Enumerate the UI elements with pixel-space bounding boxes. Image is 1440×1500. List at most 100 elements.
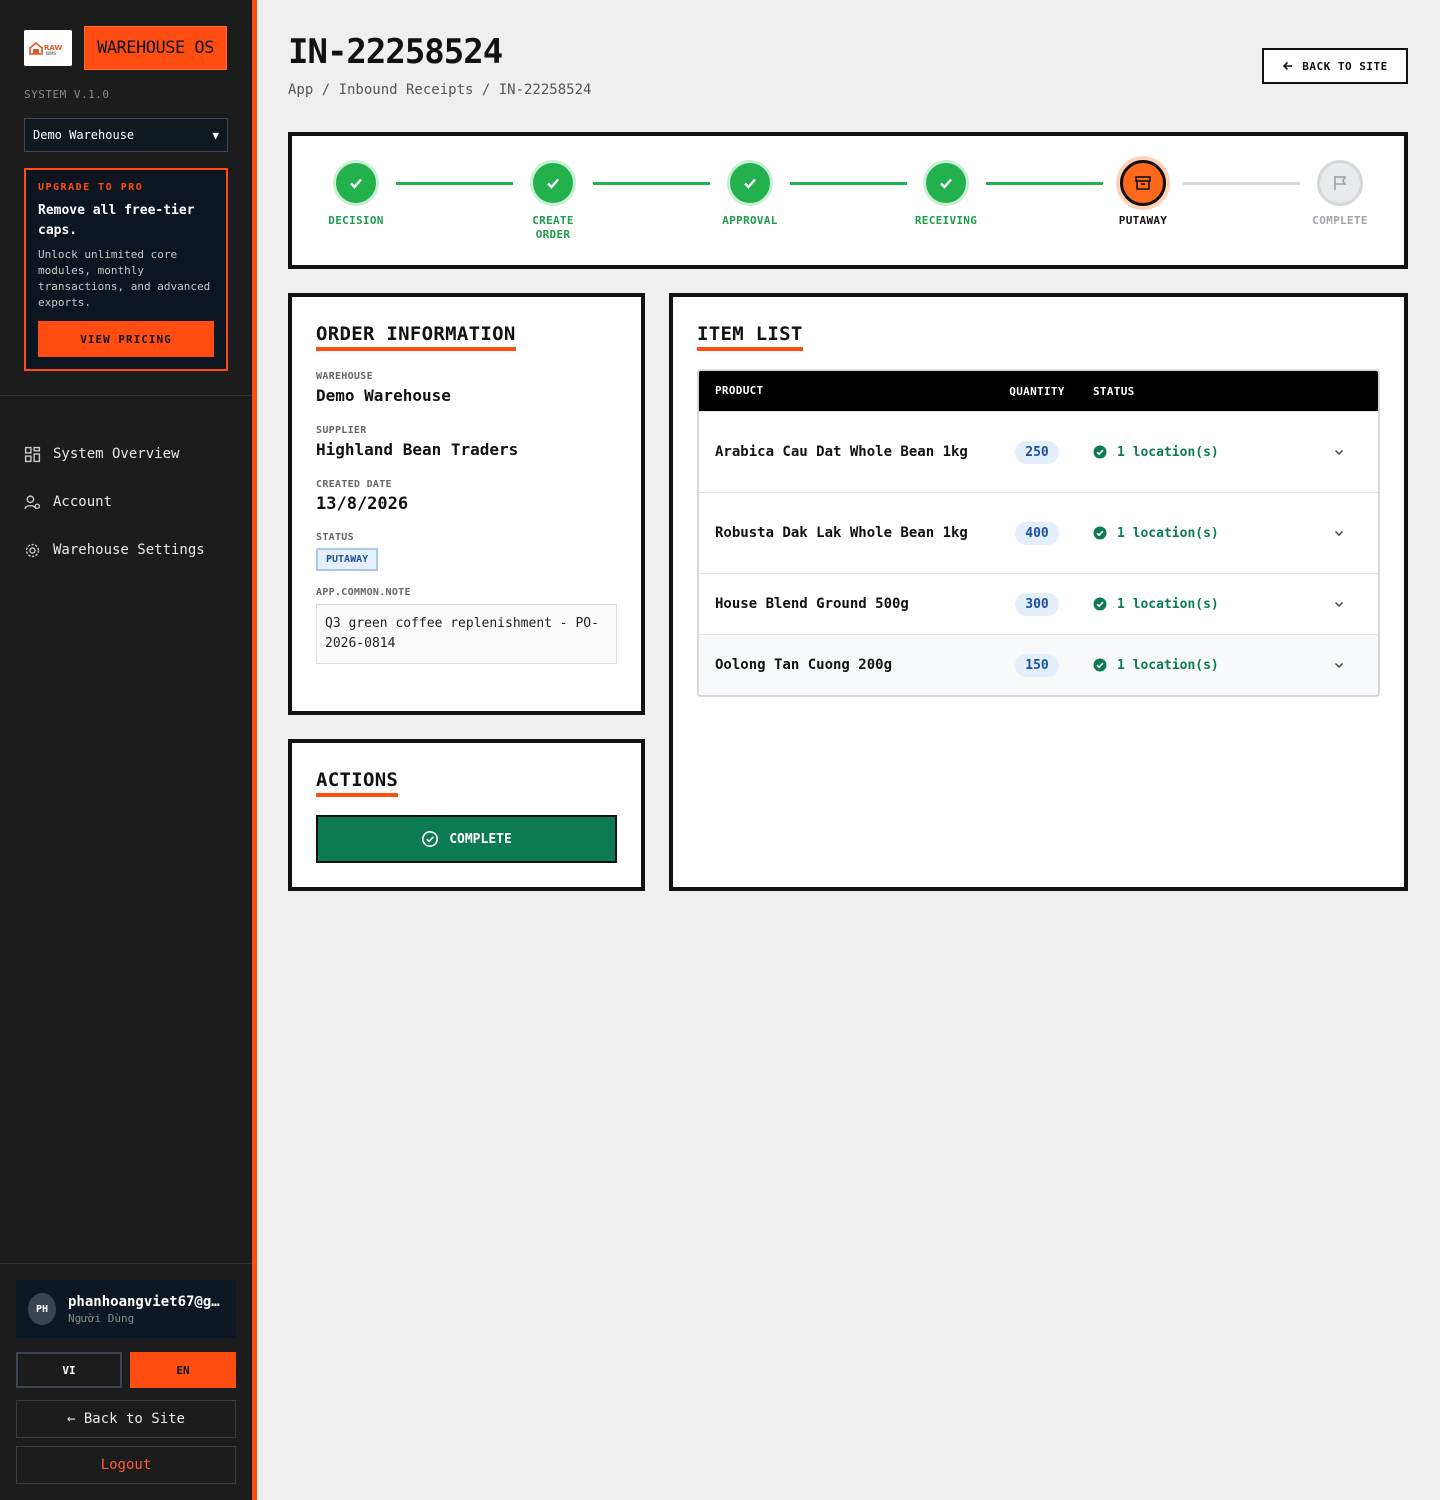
step-connector (396, 182, 513, 185)
back-to-site-label: BACK TO SITE (1302, 59, 1388, 73)
page-title: IN-22258524 (288, 32, 503, 72)
product-name: Robusta Dak Lak Whole Bean 1kg (715, 525, 968, 541)
step-label: RECEIVING (914, 214, 978, 227)
check-circle-icon (1093, 597, 1107, 611)
sidebar-item-system-overview[interactable]: System Overview (24, 430, 205, 478)
caret-down-icon: ▼ (212, 128, 219, 142)
section-title: ACTIONS (316, 769, 399, 797)
svg-text:WMS: WMS (46, 51, 56, 56)
check-icon (940, 178, 952, 189)
step-complete: COMPLETE (1285, 160, 1395, 228)
product-name: Oolong Tan Cuong 200g (715, 657, 893, 673)
location-status: 1 location(s) (1117, 657, 1219, 673)
column-header-quantity: QUANTITY (1009, 384, 1065, 398)
user-gear-icon (24, 494, 41, 509)
supplier-label: SUPPLIER (316, 425, 367, 436)
supplier-value: Highland Bean Traders (316, 440, 519, 459)
sidebar-item-warehouse-settings[interactable]: Warehouse Settings (24, 526, 205, 574)
table-row[interactable]: House Blend Ground 500g 300 1 location(s… (699, 573, 1378, 634)
step-label: APPROVAL (722, 214, 778, 227)
product-name: Arabica Cau Dat Whole Bean 1kg (715, 444, 968, 460)
step-label: CREATE ORDER (532, 214, 574, 241)
step-receiving: RECEIVING (891, 160, 1001, 228)
check-icon (350, 178, 362, 189)
warehouse-select-value: Demo Warehouse (33, 128, 135, 142)
step-connector (986, 182, 1103, 185)
complete-button-label: COMPLETE (449, 831, 512, 847)
upgrade-kicker: UPGRADE TO PRO (38, 182, 144, 193)
sidebar-item-label: Account (53, 494, 113, 510)
back-to-site-button[interactable]: BACK TO SITE (1262, 48, 1408, 84)
table-row[interactable]: Robusta Dak Lak Whole Bean 1kg 400 1 loc… (699, 492, 1378, 573)
sidebar-item-label: Warehouse Settings (53, 542, 205, 558)
upgrade-description: Unlock unlimited core modules, monthly t… (38, 248, 211, 309)
check-circle-icon (1093, 445, 1107, 459)
order-information-card: ORDER INFORMATION WAREHOUSE Demo Warehou… (288, 293, 645, 715)
section-title: ITEM LIST (697, 323, 803, 351)
breadcrumb: App / Inbound Receipts / IN-22258524 (288, 82, 592, 98)
upgrade-headline: Remove all free-tier caps. (38, 203, 195, 238)
created-date-label: CREATED DATE (316, 479, 392, 490)
warehouse-value: Demo Warehouse (316, 386, 451, 405)
warehouse-select[interactable]: Demo Warehouse ▼ (24, 118, 228, 152)
location-status: 1 location(s) (1117, 525, 1219, 541)
sidebar-item-account[interactable]: Account (24, 478, 205, 526)
quantity-badge: 250 (1015, 440, 1059, 464)
table-row[interactable]: Arabica Cau Dat Whole Bean 1kg 250 1 loc… (699, 411, 1378, 492)
step-connector (593, 182, 710, 185)
status-label: STATUS (316, 532, 354, 543)
step-putaway: PUTAWAY (1088, 160, 1198, 228)
step-label: DECISION (328, 214, 384, 227)
brand[interactable]: RAW WMS WAREHOUSE OS (24, 26, 227, 70)
gear-icon (25, 543, 40, 557)
step-approval: APPROVAL (695, 160, 805, 228)
logo: RAW WMS (24, 30, 72, 66)
logout-button[interactable]: Logout (16, 1446, 236, 1484)
quantity-badge: 400 (1015, 521, 1059, 545)
location-status: 1 location(s) (1117, 444, 1219, 460)
quantity-badge: 300 (1015, 592, 1059, 616)
column-header-product: PRODUCT (715, 384, 764, 397)
chevron-down-icon[interactable] (1333, 527, 1345, 539)
items-table: PRODUCT QUANTITY STATUS Arabica Cau Dat … (697, 369, 1380, 697)
chevron-down-icon[interactable] (1333, 446, 1345, 458)
progress-stepper: DECISION CREATE ORDER APPROVAL RECEIVING… (288, 132, 1408, 269)
check-circle-icon (1093, 526, 1107, 540)
divider (0, 395, 252, 396)
sidebar-item-label: System Overview (53, 446, 180, 462)
chevron-down-icon[interactable] (1333, 598, 1345, 610)
created-date-value: 13/8/2026 (316, 494, 409, 514)
complete-button[interactable]: COMPLETE (316, 815, 617, 863)
check-icon (744, 178, 756, 189)
check-icon (547, 178, 559, 189)
version-label: SYSTEM V.1.0 (24, 88, 110, 101)
sidebar-back-to-site-button[interactable]: ← Back to Site (16, 1400, 236, 1438)
lang-en-button[interactable]: EN (130, 1352, 236, 1388)
actions-card: ACTIONS COMPLETE (288, 739, 645, 891)
divider (0, 1263, 252, 1264)
section-title: ORDER INFORMATION (316, 323, 516, 351)
accent-rail (252, 0, 257, 1500)
status-badge: PUTAWAY (316, 548, 379, 571)
archive-box-icon (1135, 176, 1151, 190)
step-label: COMPLETE (1312, 214, 1368, 227)
check-circle-icon (1093, 658, 1107, 672)
table-header: PRODUCT QUANTITY STATUS (699, 371, 1378, 411)
step-label: PUTAWAY (1118, 214, 1168, 227)
check-circle-icon (422, 831, 439, 847)
app-title: WAREHOUSE OS (84, 26, 227, 70)
note-label: APP.COMMON.NOTE (316, 587, 411, 598)
column-header-status: STATUS (1093, 384, 1135, 398)
note-text: Q3 green coffee replenishment - PO-2026-… (316, 604, 617, 664)
item-list-card: ITEM LIST PRODUCT QUANTITY STATUS Arabic… (669, 293, 1408, 891)
lang-vi-button[interactable]: VI (16, 1352, 122, 1388)
table-row[interactable]: Oolong Tan Cuong 200g 150 1 location(s) (699, 634, 1378, 695)
view-pricing-button[interactable]: VIEW PRICING (38, 321, 214, 357)
chevron-down-icon[interactable] (1333, 659, 1345, 671)
product-name: House Blend Ground 500g (715, 596, 909, 612)
avatar: PH (28, 1293, 56, 1325)
step-decision: DECISION (301, 160, 411, 228)
user-card[interactable]: PH phanhoangviet67@gmail.com Người Dùng (16, 1280, 236, 1338)
user-role: Người Dùng (68, 1311, 135, 1325)
quantity-badge: 150 (1015, 653, 1059, 677)
